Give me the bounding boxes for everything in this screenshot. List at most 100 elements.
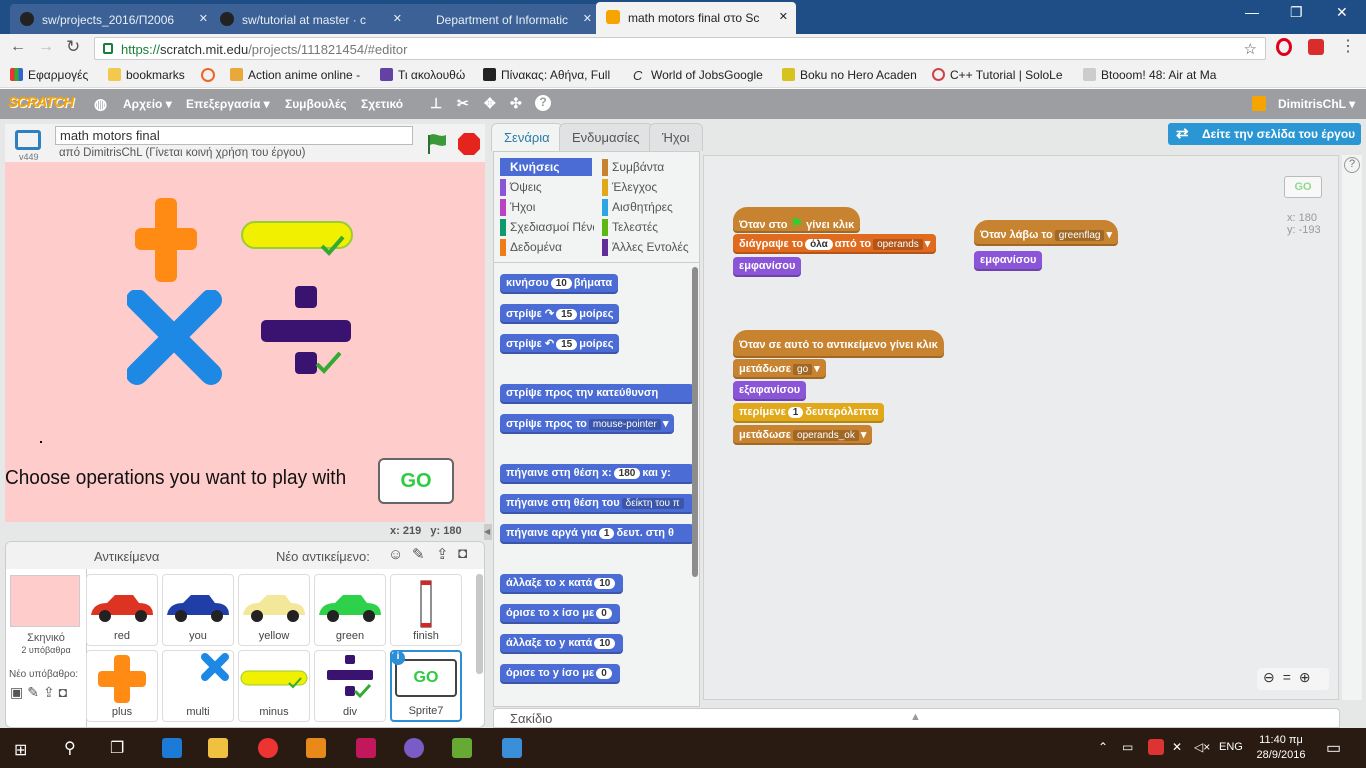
bookmark-folder[interactable]: bookmarks (108, 68, 185, 82)
category-pen[interactable]: Σχεδιασμοί Πένα (500, 218, 594, 236)
tab-sounds[interactable]: Ήχοι (649, 123, 703, 151)
bookmark-item[interactable]: C World of JobsGoogle (633, 68, 763, 83)
category-sensing[interactable]: Αισθητήρες (602, 198, 696, 216)
zoom-reset-icon[interactable]: = (1283, 669, 1299, 685)
help-icon[interactable]: ? (1344, 157, 1360, 173)
globe-icon[interactable]: ◍ (94, 95, 107, 113)
sprite-library-icon[interactable]: ☺ (388, 546, 403, 563)
close-tab-icon[interactable]: ✕ (199, 12, 208, 25)
bookmark-item[interactable]: Πίνακας: Αθήνα, Full (483, 68, 610, 82)
back-icon[interactable]: ← (10, 38, 26, 56)
green-flag-icon[interactable] (425, 132, 449, 156)
category-events[interactable]: Συμβάντα (602, 158, 696, 176)
block-when-sprite-clicked[interactable]: Όταν σε αυτό το αντικείμενο γίνει κλικ (733, 330, 944, 358)
zoom-in-icon[interactable]: ⊕ (1299, 669, 1319, 685)
block-show[interactable]: εμφανίσου (974, 251, 1043, 271)
opera-icon[interactable] (1276, 38, 1292, 56)
volume-icon[interactable]: ◁× (1194, 740, 1210, 754)
reload-icon[interactable]: ↻ (66, 37, 80, 57)
block-set-x[interactable]: όρισε το x ίσο με 0 (500, 604, 620, 624)
block-when-flag-clicked[interactable]: Όταν στο ⚑ γίνει κλικ (733, 207, 861, 233)
browser-tab[interactable]: sw/projects_2016/Π2006 ✕ (10, 4, 216, 34)
menu-file[interactable]: Αρχείο ▾ (123, 97, 172, 111)
network-icon[interactable]: ✕ (1172, 740, 1182, 754)
search-icon[interactable]: ⚲ (64, 738, 76, 758)
bookmark-item[interactable]: Boku no Hero Acaden (782, 68, 917, 82)
app-icon[interactable] (404, 738, 424, 758)
category-sound[interactable]: Ήχοι (500, 198, 594, 216)
minus-sprite[interactable] (240, 220, 360, 256)
block-change-x[interactable]: άλλαξε το x κατά 10 (500, 574, 624, 594)
sprite-you[interactable]: you (162, 574, 234, 646)
user-folder-icon[interactable] (1252, 96, 1266, 111)
browser-tab-active[interactable]: math motors final στο Sc ✕ (596, 2, 796, 34)
bookmark-item[interactable]: Action anime online - (230, 68, 360, 82)
category-control[interactable]: Έλεγχος (602, 178, 696, 196)
block-delete-from-list[interactable]: διάγραψε το όλα από το operands ▾ (733, 234, 937, 254)
language-indicator[interactable]: ENG (1219, 741, 1243, 753)
zoom-out-icon[interactable]: ⊖ (1263, 669, 1283, 685)
sprite-minus[interactable]: minus (238, 650, 310, 722)
sprite-yellow[interactable]: yellow (238, 574, 310, 646)
crunchyroll-icon[interactable] (201, 68, 215, 82)
sprite-red[interactable]: red (86, 574, 158, 646)
sprite-finish[interactable]: finish (390, 574, 462, 646)
shrink-icon[interactable]: ✣ (510, 95, 522, 112)
category-motion[interactable]: Κινήσεις (500, 158, 592, 176)
block-broadcast[interactable]: μετάδωσε go ▾ (733, 359, 826, 379)
sprite-multi[interactable]: multi (162, 650, 234, 722)
block-hide[interactable]: εξαφανίσου (733, 381, 807, 401)
block-move[interactable]: κινήσου 10 βήματα (500, 274, 619, 294)
sprite-div[interactable]: div (314, 650, 386, 722)
block-wait[interactable]: περίμενε 1 δευτερόλεπτα (733, 403, 885, 423)
fs-icon[interactable] (356, 738, 376, 758)
menu-icon[interactable]: ⋮ (1340, 36, 1356, 56)
sprite-green[interactable]: green (314, 574, 386, 646)
block-turn-left[interactable]: στρίψε ↶ 15 μοίρες (500, 334, 620, 354)
collapse-stage-icon[interactable]: ◀ (484, 524, 492, 540)
cut-icon[interactable]: ✂ (457, 95, 469, 112)
block-broadcast[interactable]: μετάδωσε operands_ok ▾ (733, 425, 873, 445)
clock[interactable]: 11:40 πμ 28/9/2016 (1252, 733, 1310, 763)
multiply-sprite[interactable] (127, 290, 223, 386)
tab-scripts[interactable]: Σενάρια (491, 123, 563, 151)
extension-icon[interactable] (1308, 39, 1324, 55)
expand-icon[interactable]: ▲ (910, 711, 921, 723)
paint-app-icon[interactable] (502, 738, 522, 758)
camera-icon[interactable]: ◘ (458, 545, 467, 562)
close-window-icon[interactable]: ✕ (1336, 4, 1348, 21)
menu-about[interactable]: Σχετικό (361, 97, 403, 111)
scratch-logo[interactable]: SCRATCH (8, 94, 74, 111)
category-data[interactable]: Δεδομένα (500, 238, 594, 256)
backpack-bar[interactable]: Σακίδιο ▲ (493, 708, 1340, 728)
tray-chevron-icon[interactable]: ⌃ (1098, 740, 1108, 754)
category-looks[interactable]: Όψεις (500, 178, 594, 196)
edge-icon[interactable] (162, 738, 182, 758)
menu-tips[interactable]: Συμβουλές (285, 97, 347, 111)
divide-sprite[interactable] (259, 284, 355, 380)
category-more-blocks[interactable]: Άλλες Εντολές (602, 238, 696, 256)
sprite-plus[interactable]: plus (86, 650, 158, 722)
fullscreen-icon[interactable] (15, 130, 41, 150)
sprite-sprite7-selected[interactable]: GO Sprite7 i (390, 650, 462, 722)
block-change-y[interactable]: άλλαξε το y κατά 10 (500, 634, 624, 654)
block-goto-target[interactable]: πήγαινε στη θέση του δείκτη του π (500, 494, 694, 514)
block-point-towards[interactable]: στρίψε προς το mouse-pointer ▾ (500, 414, 675, 434)
block-goto-xy[interactable]: πήγαινε στη θέση x: 180 και y: (500, 464, 694, 484)
media-icon[interactable] (306, 738, 326, 758)
duplicate-icon[interactable]: ⊥ (430, 95, 442, 112)
stop-icon[interactable] (457, 132, 481, 156)
block-set-y[interactable]: όρισε το y ίσο με 0 (500, 664, 620, 684)
project-title-input[interactable]: math motors final (55, 126, 413, 145)
plus-sprite[interactable] (133, 198, 199, 284)
block-when-receive[interactable]: Όταν λάβω το greenflag ▾ (974, 220, 1118, 246)
browser-tab[interactable]: sw/tutorial at master · c ✕ (210, 4, 410, 34)
stage-canvas[interactable]: Choose operations you want to play with … (5, 162, 485, 522)
block-point-direction[interactable]: στρίψε προς την κατεύθυνση (500, 384, 694, 404)
app-icon[interactable] (452, 738, 472, 758)
close-tab-icon[interactable]: ✕ (779, 10, 788, 23)
user-menu[interactable]: DimitrisChL ▾ (1278, 97, 1355, 111)
help-icon[interactable]: ? (535, 95, 551, 111)
paint-icon[interactable]: ✎ (412, 545, 425, 563)
url-field[interactable]: https://scratch.mit.edu/projects/1118214… (94, 37, 1266, 60)
